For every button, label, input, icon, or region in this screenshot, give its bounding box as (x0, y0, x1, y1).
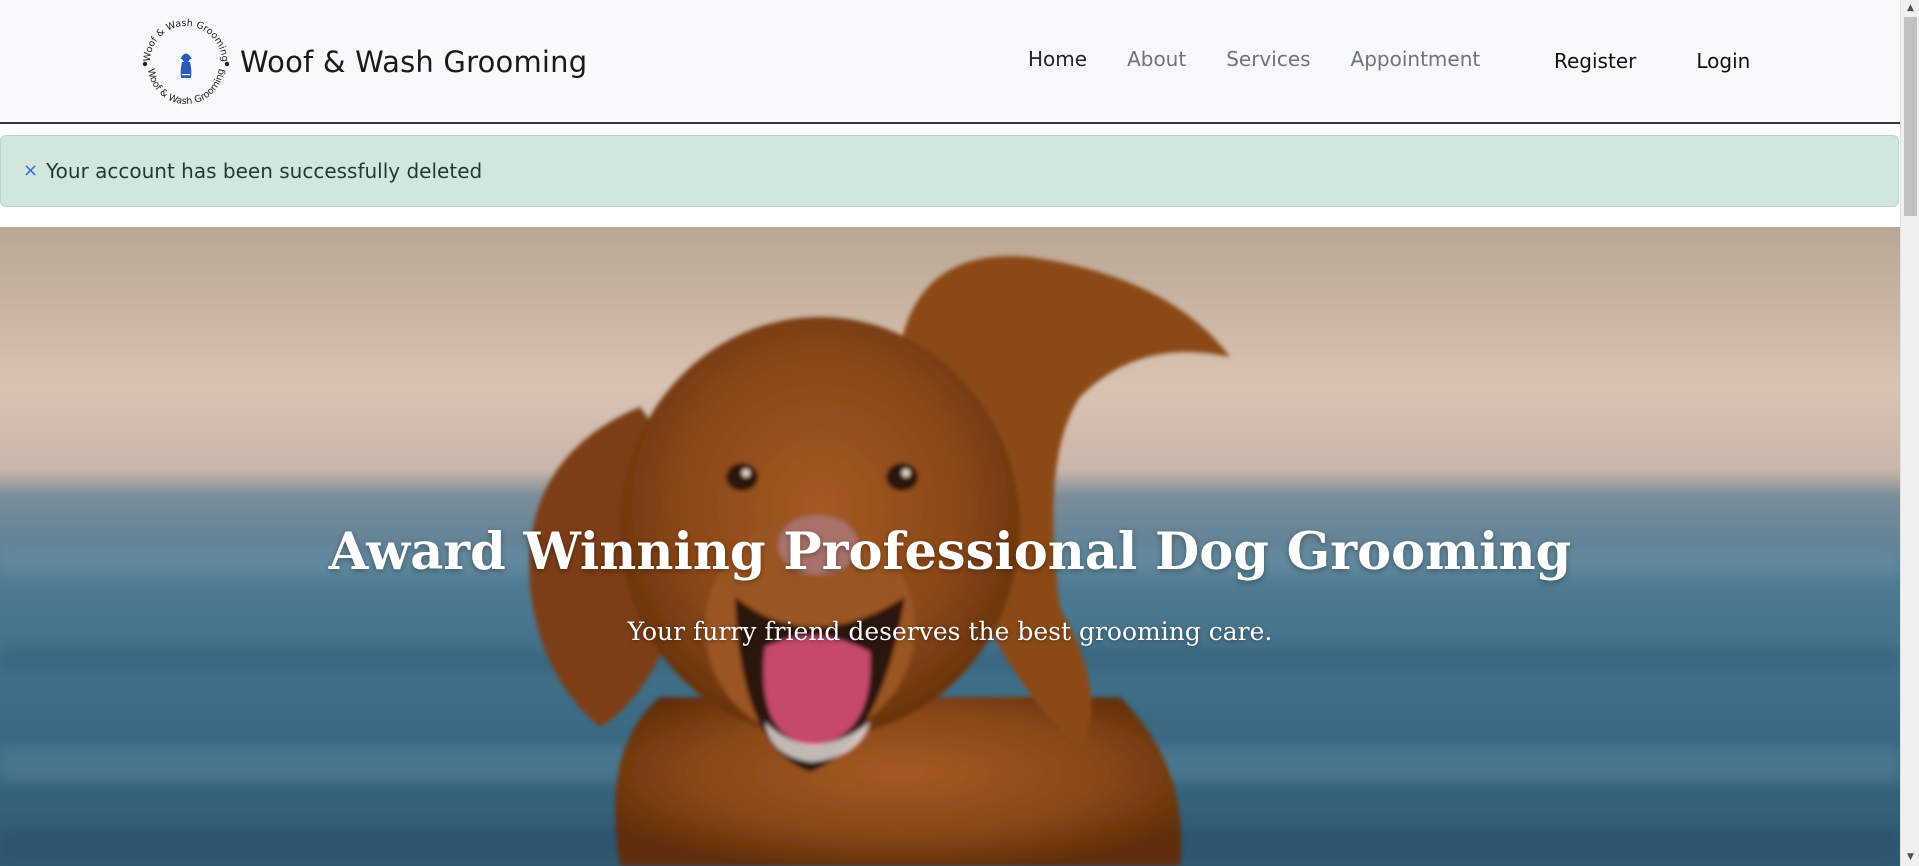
hero-title: Award Winning Professional Dog Grooming (328, 522, 1572, 582)
brand-link[interactable]: Woof & Wash Grooming Woof & Wash Groomin… (136, 12, 587, 112)
scroll-up-arrow-icon[interactable]: ▲ (1901, 0, 1919, 17)
login-link[interactable]: Login (1696, 49, 1750, 73)
scroll-thumb[interactable] (1904, 17, 1917, 216)
page-scrollbar[interactable]: ▲ ▼ (1900, 0, 1919, 866)
main-nav: Home About Services Appointment (1028, 47, 1520, 71)
auth-nav: Register Login (1554, 49, 1810, 73)
alert-message: Your account has been successfully delet… (46, 159, 483, 183)
register-link[interactable]: Register (1554, 49, 1636, 73)
nav-appointment[interactable]: Appointment (1351, 47, 1481, 71)
hero-subtitle: Your furry friend deserves the best groo… (627, 617, 1273, 646)
close-icon[interactable]: × (23, 162, 38, 180)
success-alert: × Your account has been successfully del… (0, 135, 1899, 207)
brand-logo-icon: Woof & Wash Grooming Woof & Wash Groomin… (142, 18, 230, 107)
hero-section: Award Winning Professional Dog Grooming … (0, 227, 1900, 866)
nav-home[interactable]: Home (1028, 47, 1087, 71)
nav-about[interactable]: About (1127, 47, 1186, 71)
dog-silhouette-icon (180, 53, 192, 78)
navbar: Woof & Wash Grooming Woof & Wash Groomin… (0, 0, 1900, 124)
scroll-down-arrow-icon[interactable]: ▼ (1901, 849, 1919, 866)
brand-name: Woof & Wash Grooming (240, 45, 588, 79)
nav-services[interactable]: Services (1226, 47, 1310, 71)
